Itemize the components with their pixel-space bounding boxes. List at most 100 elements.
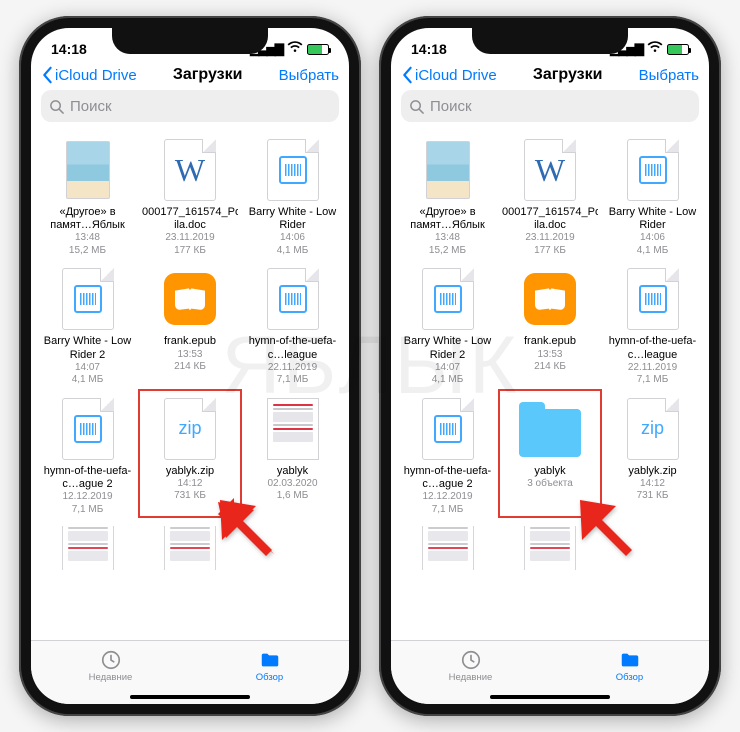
select-button[interactable]: Выбрать (639, 67, 699, 84)
file-name: 000177_161574_Post-…ila.doc (142, 206, 238, 232)
tab-label: Обзор (616, 672, 643, 683)
file-thumb: ☁︎ (621, 267, 685, 331)
tab-browse[interactable]: Обзор (190, 641, 349, 690)
file-item[interactable]: W 000177_161574_Post-…ila.doc 23.11.2019… (140, 132, 240, 259)
file-thumb (56, 138, 120, 202)
file-name: 000177_161574_Post-…ila.doc (502, 206, 598, 232)
file-item[interactable]: ☁︎ hymn-of-the-uefa-c…ague 2 12.12.20197… (39, 391, 136, 518)
file-thumb (518, 397, 582, 461)
search-icon (409, 99, 424, 114)
file-item[interactable]: «Другое» в памят…Яблык 13:4815,2 МБ (39, 132, 136, 259)
file-item[interactable] (39, 520, 137, 576)
file-meta: 13:53214 КБ (174, 349, 206, 374)
file-name: Barry White - Low Rider (246, 206, 339, 232)
file-item[interactable]: frank.epub 13:53214 КБ (140, 261, 240, 388)
back-label: iCloud Drive (55, 67, 137, 84)
battery-icon (307, 44, 329, 55)
search-input[interactable]: Поиск (401, 90, 699, 122)
tab-recents[interactable]: Недавние (391, 641, 550, 690)
file-meta: 12.12.20197,1 МБ (422, 491, 472, 516)
file-thumb (518, 267, 582, 331)
file-item[interactable]: Barry White - Low Rider 2 14:074,1 МБ (39, 261, 136, 388)
tab-recents[interactable]: Недавние (31, 641, 190, 690)
back-label: iCloud Drive (415, 67, 497, 84)
file-name: «Другое» в памят…Яблык (401, 206, 494, 232)
status-time: 14:18 (411, 41, 447, 57)
file-meta: 13:4815,2 МБ (429, 232, 466, 257)
tab-browse[interactable]: Обзор (550, 641, 709, 690)
wifi-icon (647, 41, 663, 57)
file-thumb: W (518, 138, 582, 202)
file-name: Barry White - Low Rider 2 (401, 335, 494, 361)
phone-left: 14:18 ▁▃▅▇ iCloud Drive Загрузки Выбрать… (19, 16, 361, 716)
file-thumb: ☁︎ (261, 267, 325, 331)
file-thumb (158, 267, 222, 331)
file-name: yablyk.zip (628, 465, 676, 478)
notch (472, 28, 628, 54)
status-time: 14:18 (51, 41, 87, 57)
file-name: frank.epub (524, 335, 576, 348)
phone-right: 14:18 ▁▃▅▇ iCloud Drive Загрузки Выбрать… (379, 16, 721, 716)
back-button[interactable]: iCloud Drive (401, 66, 497, 84)
file-item[interactable]: frank.epub 13:53214 КБ (500, 261, 600, 388)
page-title: Загрузки (533, 66, 603, 84)
file-name: «Другое» в памят…Яблык (41, 206, 134, 232)
file-item[interactable]: Barry White - Low Rider 14:064,1 МБ (604, 132, 701, 259)
clock-icon (459, 649, 483, 671)
file-meta: 14:074,1 МБ (72, 362, 104, 387)
file-item[interactable] (399, 520, 497, 576)
file-name: hymn-of-the-uefa-c…ague 2 (401, 465, 494, 491)
file-item[interactable]: ☁︎ hymn-of-the-uefa-c…league 22.11.20197… (244, 261, 341, 388)
file-thumb (261, 397, 325, 461)
nav-bar: iCloud Drive Загрузки Выбрать (31, 64, 349, 90)
file-name: frank.epub (164, 335, 216, 348)
file-item[interactable]: ☁︎ hymn-of-the-uefa-c…league 22.11.20197… (604, 261, 701, 388)
file-thumb: zip (621, 397, 685, 461)
file-meta: 14:064,1 МБ (277, 232, 309, 257)
file-item[interactable]: «Другое» в памят…Яблык 13:4815,2 МБ (399, 132, 496, 259)
wifi-icon (287, 41, 303, 57)
search-placeholder: Поиск (70, 98, 112, 115)
file-thumb (56, 526, 120, 570)
file-meta: 12.12.20197,1 МБ (62, 491, 112, 516)
file-meta: 13:4815,2 МБ (69, 232, 106, 257)
file-thumb (621, 138, 685, 202)
home-indicator[interactable] (130, 695, 250, 699)
file-thumb (56, 267, 120, 331)
file-item[interactable]: W 000177_161574_Post-…ila.doc 23.11.2019… (500, 132, 600, 259)
file-meta: 14:12731 КБ (174, 478, 206, 503)
search-input[interactable]: Поиск (41, 90, 339, 122)
file-meta: 22.11.20197,1 МБ (628, 362, 677, 387)
file-item[interactable]: Barry White - Low Rider 2 14:074,1 МБ (399, 261, 496, 388)
file-meta: 23.11.2019177 КБ (165, 232, 214, 257)
tab-label: Недавние (449, 672, 493, 683)
page-title: Загрузки (173, 66, 243, 84)
file-thumb: zip (158, 397, 222, 461)
folder-icon (618, 649, 642, 671)
file-meta: 14:074,1 МБ (432, 362, 464, 387)
search-icon (49, 99, 64, 114)
clock-icon (99, 649, 123, 671)
file-name: Barry White - Low Rider (606, 206, 699, 232)
file-meta: 3 объекта (527, 478, 573, 491)
file-name: hymn-of-the-uefa-c…ague 2 (41, 465, 134, 491)
file-thumb (416, 138, 480, 202)
home-indicator[interactable] (490, 695, 610, 699)
file-meta: 22.11.20197,1 МБ (268, 362, 317, 387)
battery-icon (667, 44, 689, 55)
file-meta: 23.11.2019177 КБ (525, 232, 574, 257)
select-button[interactable]: Выбрать (279, 67, 339, 84)
file-name: hymn-of-the-uefa-c…league (606, 335, 699, 361)
search-placeholder: Поиск (430, 98, 472, 115)
file-meta: 13:53214 КБ (534, 349, 566, 374)
file-grid: «Другое» в памят…Яблык 13:4815,2 МБ W 00… (391, 128, 709, 640)
file-item[interactable]: ☁︎ hymn-of-the-uefa-c…ague 2 12.12.20197… (399, 391, 496, 518)
file-name: yablyk (277, 465, 308, 478)
notch (112, 28, 268, 54)
file-thumb (416, 267, 480, 331)
file-name: Barry White - Low Rider 2 (41, 335, 134, 361)
back-button[interactable]: iCloud Drive (41, 66, 137, 84)
file-thumb: W (158, 138, 222, 202)
file-item[interactable]: Barry White - Low Rider 14:064,1 МБ (244, 132, 341, 259)
folder-icon (258, 649, 282, 671)
